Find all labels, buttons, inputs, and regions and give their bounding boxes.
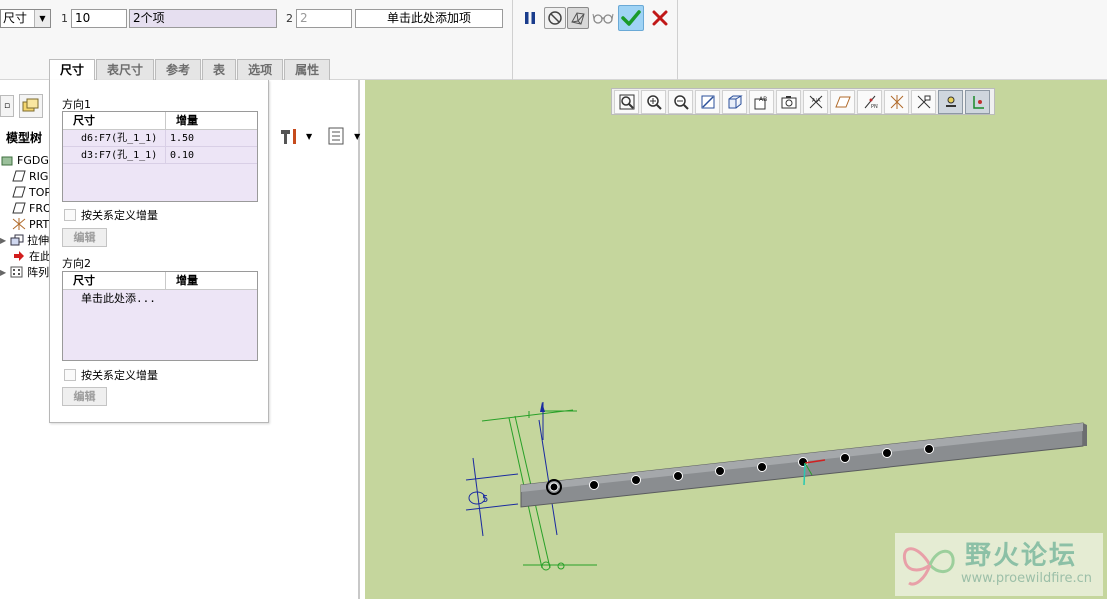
add-dimension-prompt[interactable]: 单击此处添...: [63, 290, 257, 307]
direction1-relation-checkbox-row[interactable]: 按关系定义增量: [64, 207, 158, 223]
direction1-collector[interactable]: 2个项: [129, 9, 277, 28]
expand-arrow-icon[interactable]: ▶: [0, 236, 6, 245]
no-preview-button[interactable]: [544, 7, 566, 29]
folder-browser-tab[interactable]: [19, 94, 43, 118]
expand-arrow-icon[interactable]: ▶: [0, 268, 6, 277]
tab-table-dimensions[interactable]: 表尺寸: [96, 59, 155, 80]
direction2-relation-checkbox-row[interactable]: 按关系定义增量: [64, 367, 158, 383]
tab-references[interactable]: 参考: [155, 59, 202, 80]
direction2-count-input[interactable]: 2: [296, 9, 352, 28]
cancel-button[interactable]: [649, 7, 671, 29]
direction1-number: 1: [61, 12, 68, 25]
dashboard-divider: [512, 0, 513, 80]
attached-geometry-preview-button[interactable]: [567, 7, 589, 29]
checkbox-label: 按关系定义增量: [81, 369, 158, 382]
direction2-title: 方向2: [62, 257, 91, 270]
tab-dimensions[interactable]: 尺寸: [49, 59, 96, 81]
tree-item-label: TOP: [29, 185, 52, 199]
dashboard-divider: [677, 0, 678, 80]
model-tree-title: 模型树: [6, 131, 43, 145]
column-header-dimension: 尺寸: [63, 112, 166, 129]
datum-plane-icon: [12, 186, 26, 198]
dashboard-tabs: 尺寸 表尺寸 参考 表 选项 属性: [49, 59, 331, 81]
table-row[interactable]: d3:F7(孔_1_1) 0.10: [63, 147, 257, 164]
chevron-down-icon[interactable]: ▼: [354, 132, 360, 141]
pattern-type-value: 尺寸: [3, 11, 28, 25]
ok-button[interactable]: [618, 5, 644, 31]
row-dimension: d3:F7(孔_1_1): [63, 147, 166, 163]
chevron-down-icon[interactable]: ▼: [306, 132, 312, 141]
column-header-increment: 增量: [176, 114, 198, 127]
tree-settings: ▼ ▼: [278, 126, 360, 146]
pause-button[interactable]: [519, 7, 541, 29]
insert-arrow-icon: [12, 250, 26, 262]
row-dimension: d6:F7(孔_1_1): [63, 130, 166, 146]
column-header-increment: 增量: [176, 274, 198, 287]
tree-columns-icon[interactable]: [326, 126, 348, 146]
part-icon: [0, 154, 14, 166]
checkbox-label: 按关系定义增量: [81, 209, 158, 222]
butterfly-logo-icon: [902, 547, 955, 586]
part-model-view[interactable]: 5: [365, 80, 1107, 599]
table-row[interactable]: d6:F7(孔_1_1) 1.50: [63, 130, 257, 147]
pattern-type-combo[interactable]: 尺寸 ▼: [0, 9, 51, 28]
csys-icon: [12, 218, 26, 230]
no-preview-icon: [548, 11, 562, 25]
verify-mode-button[interactable]: [592, 7, 614, 29]
pane-splitter[interactable]: [358, 80, 360, 599]
column-header-dimension: 尺寸: [63, 272, 166, 289]
pattern-dashboard: 尺寸 ▼ 1 10 2个项 2 2 单击此处添加项 尺寸 表尺寸 参考 表 选项…: [0, 0, 1107, 81]
model-tree-tab[interactable]: ▫: [0, 95, 14, 117]
tree-item-top[interactable]: TOP: [0, 184, 51, 200]
relation-checkbox[interactable]: [64, 369, 76, 381]
direction2-edit-button[interactable]: 编辑: [62, 387, 107, 406]
direction2-number: 2: [286, 12, 293, 25]
checkmark-icon: [621, 10, 641, 26]
tools-icon[interactable]: [278, 126, 300, 146]
datum-plane-icon: [12, 170, 26, 182]
layers-icon: [22, 98, 39, 112]
dimensions-panel: 方向1 尺寸 增量 d6:F7(孔_1_1) 1.50 d3:F7(孔_1_1)…: [49, 80, 269, 423]
tab-options[interactable]: 选项: [237, 59, 284, 80]
extrude-icon: [10, 234, 24, 246]
relation-checkbox[interactable]: [64, 209, 76, 221]
direction2-dimension-list[interactable]: 尺寸 增量 单击此处添...: [62, 271, 258, 361]
direction1-edit-button[interactable]: 编辑: [62, 228, 107, 247]
row-increment[interactable]: 0.10: [166, 147, 194, 163]
direction1-dimension-list[interactable]: 尺寸 增量 d6:F7(孔_1_1) 1.50 d3:F7(孔_1_1) 0.1…: [62, 111, 258, 202]
mesh-preview-icon: [571, 12, 585, 25]
dimension-label[interactable]: 5: [482, 494, 488, 505]
cancel-x-icon: [652, 10, 668, 26]
pattern-icon: [10, 266, 24, 278]
list-header: 尺寸 增量: [63, 112, 257, 130]
forum-watermark: 野火论坛 www.proewildfire.cn: [895, 533, 1103, 596]
graphics-window[interactable]: AB A/A PNT 5: [365, 80, 1107, 599]
watermark-url: www.proewildfire.cn: [961, 571, 1092, 586]
direction1-title: 方向1: [62, 98, 91, 111]
direction1-count-input[interactable]: 10: [71, 9, 127, 28]
pause-icon: [525, 12, 535, 24]
tab-properties[interactable]: 属性: [284, 59, 331, 80]
glasses-icon: [592, 13, 614, 24]
chevron-down-icon[interactable]: ▼: [34, 10, 50, 27]
direction2-collector[interactable]: 单击此处添加项: [355, 9, 503, 28]
tab-tables[interactable]: 表: [202, 59, 237, 80]
list-header: 尺寸 增量: [63, 272, 257, 290]
row-increment[interactable]: 1.50: [166, 130, 194, 146]
datum-plane-icon: [12, 202, 26, 214]
watermark-title: 野火论坛: [965, 541, 1078, 571]
